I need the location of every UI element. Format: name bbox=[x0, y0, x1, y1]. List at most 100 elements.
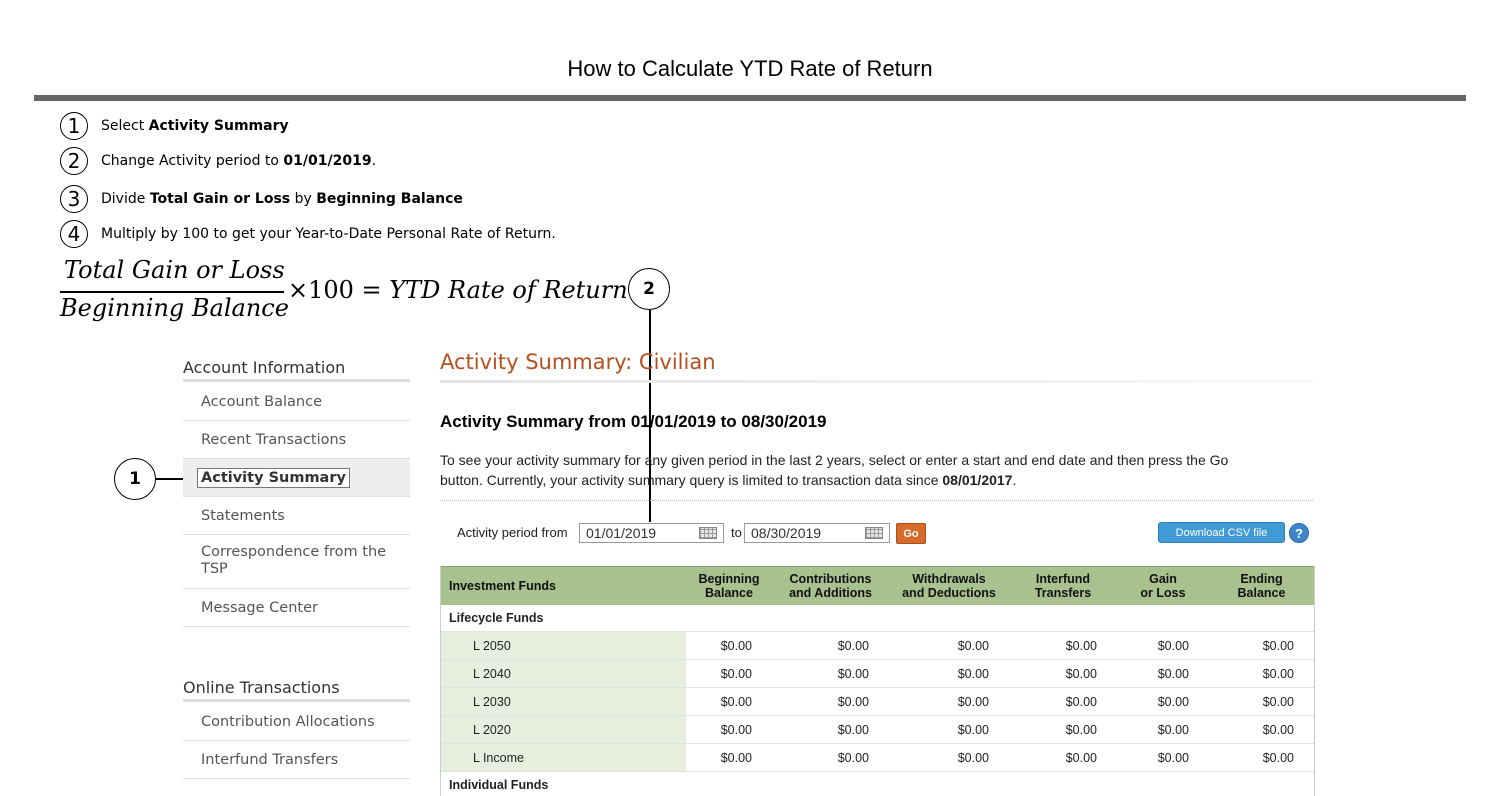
step-number: 4 bbox=[60, 220, 88, 248]
fraction-bar bbox=[60, 291, 284, 293]
help-icon[interactable]: ? bbox=[1289, 523, 1309, 543]
column-header-text: or Loss bbox=[1140, 586, 1185, 600]
calendar-icon[interactable] bbox=[865, 527, 883, 539]
callout-1: 1 bbox=[114, 458, 156, 500]
table-cell: $0.00 bbox=[1209, 716, 1314, 744]
step-text: Select bbox=[101, 118, 144, 134]
step-text: Change Activity period to bbox=[101, 153, 279, 169]
step-3: 3 Divide Total Gain or Loss by Beginning… bbox=[60, 184, 463, 214]
step-text: Divide bbox=[101, 191, 145, 207]
table-cell: $0.00 bbox=[889, 688, 1009, 716]
sidebar-rule bbox=[183, 699, 410, 702]
download-csv-button[interactable]: Download CSV file bbox=[1158, 522, 1285, 543]
intro-line-1: To see your activity summary for any giv… bbox=[440, 450, 1320, 470]
column-header-text: Withdrawals bbox=[912, 572, 986, 586]
table-row: L 2030 $0.00$0.00$0.00$0.00$0.00$0.00 bbox=[441, 688, 1314, 716]
table-row: L 2020 $0.00$0.00$0.00$0.00$0.00$0.00 bbox=[441, 716, 1314, 744]
sidebar-rule bbox=[183, 379, 410, 382]
table-cell: $0.00 bbox=[889, 632, 1009, 660]
table-cell: $0.00 bbox=[772, 632, 889, 660]
title-divider bbox=[440, 380, 1313, 383]
table-cell: $0.00 bbox=[1009, 660, 1117, 688]
column-header-text: Beginning bbox=[698, 572, 759, 586]
table-row: L Income $0.00$0.00$0.00$0.00$0.00$0.00 bbox=[441, 744, 1314, 772]
formula-result: YTD Rate of Return bbox=[389, 276, 627, 304]
sidebar-item-contribution-allocations[interactable]: Contribution Allocations bbox=[183, 703, 410, 741]
column-header-text: Contributions bbox=[790, 572, 872, 586]
callout-2: 2 bbox=[628, 268, 670, 310]
calendar-icon[interactable] bbox=[699, 527, 717, 539]
table-cell: $0.00 bbox=[889, 716, 1009, 744]
activity-table-container: Investment Funds BeginningBalance Contri… bbox=[440, 566, 1315, 796]
step-bold: Total Gain or Loss bbox=[150, 191, 290, 207]
table-cell: $0.00 bbox=[1209, 632, 1314, 660]
step-text-post: . bbox=[372, 153, 376, 169]
sidebar-item-message-center[interactable]: Message Center bbox=[183, 589, 410, 627]
column-header-text: Transfers bbox=[1035, 586, 1091, 600]
table-cell: $0.00 bbox=[1117, 688, 1209, 716]
column-header: InterfundTransfers bbox=[1009, 567, 1117, 606]
go-button[interactable]: Go bbox=[896, 523, 926, 544]
dotted-divider bbox=[440, 500, 1313, 501]
table-cell: $0.00 bbox=[686, 660, 772, 688]
table-row: L 2050 $0.00$0.00$0.00$0.00$0.00$0.00 bbox=[441, 632, 1314, 660]
formula-numerator: Total Gain or Loss bbox=[64, 256, 285, 284]
intro-text: To see your activity summary for any giv… bbox=[440, 450, 1320, 490]
sidebar-item-activity-summary[interactable]: Activity Summary bbox=[183, 459, 410, 497]
formula-operator: ×100 = bbox=[288, 276, 389, 304]
step-number: 3 bbox=[60, 185, 88, 213]
column-header-text: Investment Funds bbox=[449, 579, 556, 593]
table-cell: $0.00 bbox=[1009, 632, 1117, 660]
table-cell: $0.00 bbox=[1117, 744, 1209, 772]
column-header-text: Gain bbox=[1149, 572, 1177, 586]
step-bold: 01/01/2019 bbox=[283, 153, 371, 169]
column-header: EndingBalance bbox=[1209, 567, 1314, 606]
table-row: L 2040 $0.00$0.00$0.00$0.00$0.00$0.00 bbox=[441, 660, 1314, 688]
step-text-mid: by bbox=[295, 191, 312, 207]
table-cell: $0.00 bbox=[1117, 716, 1209, 744]
sidebar-item-correspondence[interactable]: Correspondence from the TSP bbox=[183, 535, 410, 589]
step-1: 1 Select Activity Summary bbox=[60, 111, 289, 141]
formula-denominator: Beginning Balance bbox=[60, 294, 289, 322]
column-header: Investment Funds bbox=[441, 567, 686, 606]
table-cell: $0.00 bbox=[1117, 660, 1209, 688]
account-information-heading: Account Information bbox=[183, 358, 345, 377]
table-cell: $0.00 bbox=[1209, 744, 1314, 772]
column-header: Gainor Loss bbox=[1117, 567, 1209, 606]
online-transactions-heading: Online Transactions bbox=[183, 678, 340, 697]
table-cell: $0.00 bbox=[686, 744, 772, 772]
document-title: How to Calculate YTD Rate of Return bbox=[0, 56, 1500, 82]
table-cell: $0.00 bbox=[772, 660, 889, 688]
table-cell: $0.00 bbox=[889, 660, 1009, 688]
table-cell: $0.00 bbox=[1117, 632, 1209, 660]
table-cell: $0.00 bbox=[1009, 716, 1117, 744]
table-cell: $0.00 bbox=[889, 744, 1009, 772]
table-cell: $0.00 bbox=[1209, 688, 1314, 716]
group-row: Individual Funds bbox=[441, 772, 1314, 796]
column-header-text: Interfund bbox=[1036, 572, 1090, 586]
column-header: BeginningBalance bbox=[686, 567, 772, 606]
table-cell: $0.00 bbox=[772, 744, 889, 772]
sidebar-item-statements[interactable]: Statements bbox=[183, 497, 410, 535]
sidebar-item-account-balance[interactable]: Account Balance bbox=[183, 383, 410, 421]
activity-period-label: Activity period from bbox=[457, 525, 568, 540]
page-title: Activity Summary: Civilian bbox=[440, 350, 716, 374]
sidebar-item-interfund-transfers[interactable]: Interfund Transfers bbox=[183, 741, 410, 779]
table-cell: $0.00 bbox=[686, 716, 772, 744]
column-header-text: Ending bbox=[1240, 572, 1282, 586]
column-header-text: Balance bbox=[1238, 586, 1286, 600]
column-header-text: and Deductions bbox=[902, 586, 996, 600]
step-text: Multiply by 100 to get your Year-to-Date… bbox=[101, 226, 556, 242]
table-header-row: Investment Funds BeginningBalance Contri… bbox=[441, 567, 1314, 606]
to-label: to bbox=[731, 525, 742, 540]
step-number: 1 bbox=[60, 112, 88, 140]
activity-summary-heading: Activity Summary from 01/01/2019 to 08/3… bbox=[440, 412, 827, 432]
table-cell: $0.00 bbox=[1209, 660, 1314, 688]
step-number: 2 bbox=[60, 147, 88, 175]
sidebar-item-recent-transactions[interactable]: Recent Transactions bbox=[183, 421, 410, 459]
table-cell: $0.00 bbox=[772, 688, 889, 716]
step-4: 4 Multiply by 100 to get your Year-to-Da… bbox=[60, 219, 556, 249]
step-bold-2: Beginning Balance bbox=[316, 191, 463, 207]
activity-summary-table: Investment Funds BeginningBalance Contri… bbox=[441, 566, 1314, 796]
table-cell: $0.00 bbox=[1009, 744, 1117, 772]
